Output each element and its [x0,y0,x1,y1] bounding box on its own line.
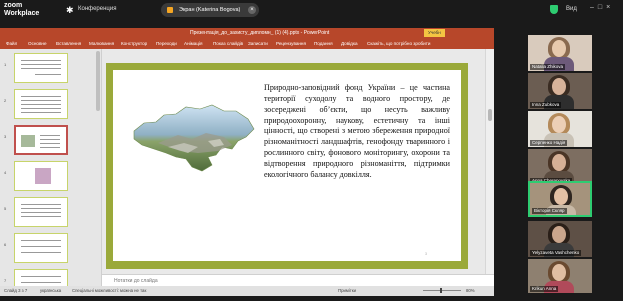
thumb-number: 6 [4,242,7,247]
tab-slideshow[interactable]: Показ слайдів [213,38,243,49]
scroll-thumb[interactable] [488,109,492,121]
ribbon-tabs: Файл Основне Вставлення Малювання Констр… [0,38,494,49]
thumb-number: 2 [4,98,7,103]
participant-tile[interactable]: Yelyzaveta Vashchenko [528,221,592,257]
zoom-brand: zoom [4,2,23,9]
participant-tile[interactable]: Inna Zubkova [528,73,592,109]
share-label: Экран (Katerina Bogova) [179,7,241,13]
tab-animation[interactable]: Анімація [184,38,202,49]
participant-name: Inna Zubkova [530,102,562,108]
tab-file[interactable]: Файл [6,38,17,49]
view-menu[interactable]: Вид [566,6,577,12]
slide-thumbnail-5[interactable] [14,197,68,227]
screen-share-indicator[interactable]: Экран (Katerina Bogova) × [161,3,259,17]
tab-draw[interactable]: Малювання [89,38,114,49]
shield-gear-icon[interactable]: ✱ [66,5,74,16]
powerpoint-window: Презентація_до_захисту_дипломн_ (1) (4).… [0,28,494,296]
slide-scrollbar[interactable] [485,49,494,274]
tab-insert[interactable]: Вставлення [56,38,81,49]
tab-design[interactable]: Конструктор [121,38,147,49]
zoom-slider[interactable] [423,290,461,291]
status-notes-button[interactable]: Примітки [338,286,356,296]
security-shield-icon[interactable] [550,5,558,14]
participant-name: Yelyzaveta Vashchenko [530,250,582,256]
share-screen-icon [167,7,173,13]
slide-thumbnail-1[interactable] [14,53,68,83]
status-bar: Слайд 3 з 7 українська Спеціальні можлив… [0,286,494,296]
participant-name: Krikun Anna [530,286,559,292]
thumb-number: 5 [4,206,7,211]
tab-home[interactable]: Основне [28,38,47,49]
thumb-number: 3 [4,134,7,139]
tab-view[interactable]: Подання [314,38,333,49]
thumb-number: 4 [4,170,7,175]
thumbnail-scrollbar[interactable] [96,51,100,111]
participant-tile[interactable]: Серпенко Надія [528,111,592,147]
slide-thumbnail-4[interactable] [14,161,68,191]
slide-number: 3 [425,252,427,256]
notes-pane[interactable]: Нотатки до слайда [102,274,494,286]
tab-transitions[interactable]: Переходи [156,38,177,49]
thumb-number: 7 [4,278,7,283]
participant-tile[interactable]: Natalia Zhikova [528,35,592,71]
tell-me-search[interactable]: Скажіть, що потрібно зробити [367,38,430,49]
ppt-title-bar: Презентація_до_захисту_дипломн_ (1) (4).… [0,28,494,38]
slide-thumbnails-pane: 1 2 3 4 5 6 7 [0,49,102,296]
slide-thumbnail-2[interactable] [14,89,68,119]
tab-review[interactable]: Рецензування [276,38,306,49]
ppt-window-title: Презентація_до_захисту_дипломн_ (1) (4).… [190,30,330,36]
tab-record[interactable]: Записати [248,38,268,49]
window-controls[interactable]: –□× [590,4,614,11]
slide-body-text[interactable]: Природно-заповідний фонд України – це ча… [264,83,450,181]
slide-editing-area: Природно-заповідний фонд України – це ча… [102,49,494,274]
participant-name: Вікторія Скляр [532,208,567,214]
slide-content: Природно-заповідний фонд України – це ча… [113,70,461,261]
user-badge[interactable]: Учебн [424,29,445,37]
close-icon[interactable]: × [248,6,256,14]
slide-thumbnail-6[interactable] [14,233,68,263]
participant-tile[interactable]: Anna Cherepovska [528,149,592,185]
status-language[interactable]: українська [40,286,61,296]
slide-thumbnail-3[interactable] [14,125,68,155]
tab-help[interactable]: Довідка [341,38,358,49]
zoom-slider-knob[interactable] [440,288,442,293]
thumb-number: 1 [4,62,7,67]
conference-label[interactable]: Конференция [78,6,116,12]
status-slide: Слайд 3 з 7 [4,288,28,293]
participant-tile-active-speaker[interactable]: Вікторія Скляр [528,181,592,217]
participant-name: Серпенко Надія [530,140,568,146]
zoom-logo: zoom Workplace [4,2,39,18]
status-zoom[interactable]: 80% [466,286,475,296]
current-slide[interactable]: Природно-заповідний фонд України – це ча… [106,63,468,269]
participant-name: Natalia Zhikova [530,64,566,70]
ukraine-map-image [133,104,255,172]
participant-tile[interactable]: Krikun Anna [528,259,592,293]
zoom-top-bar: zoom Workplace ✱ Конференция Экран (Kate… [0,0,623,22]
zoom-brand-sub: Workplace [4,10,40,17]
status-accessibility[interactable]: Спеціальні можливості: можна не так [72,286,146,296]
